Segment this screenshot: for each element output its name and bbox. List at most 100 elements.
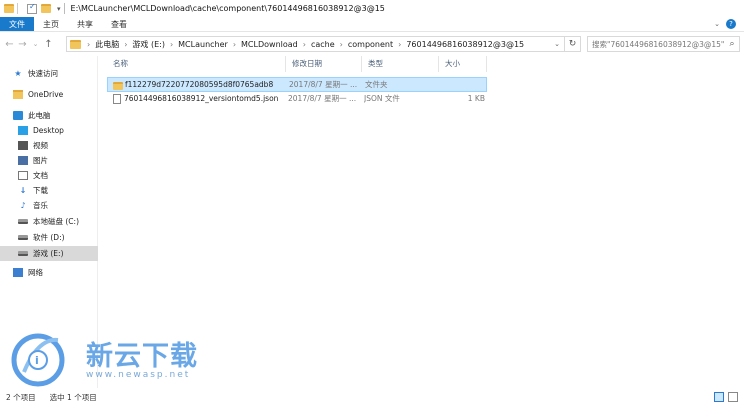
file-row[interactable]: 76014496816038912_versiontomd5.json 2017… bbox=[107, 92, 487, 107]
quick-access-dropdown-icon[interactable]: ▾ bbox=[57, 5, 61, 13]
chevron-right-icon[interactable]: › bbox=[303, 40, 306, 49]
nav-item-label: 文档 bbox=[33, 171, 48, 180]
breadcrumb-drive-e[interactable]: 游戏 (E:) bbox=[132, 39, 165, 50]
chevron-right-icon[interactable]: › bbox=[170, 40, 173, 49]
tab-view[interactable]: 查看 bbox=[102, 17, 136, 31]
nav-item-videos[interactable]: 视频 bbox=[0, 138, 98, 153]
nav-item-label: OneDrive bbox=[28, 90, 64, 99]
tab-share[interactable]: 共享 bbox=[68, 17, 102, 31]
address-bar[interactable]: › 此电脑 › 游戏 (E:) › MCLauncher › MCLDownlo… bbox=[66, 36, 581, 52]
expand-ribbon-icon[interactable]: ⌄ bbox=[714, 20, 720, 28]
nav-item-label: 软件 (D:) bbox=[33, 233, 65, 242]
navigation-bar: ← → ⌄ ↑ › 此电脑 › 游戏 (E:) › MCLauncher › M… bbox=[0, 33, 744, 55]
watermark-text: 新云下载 bbox=[86, 341, 198, 372]
watermark-logo-icon: i bbox=[11, 333, 65, 387]
file-name: f112279d7220772080595d8f0765adb8 bbox=[125, 80, 274, 89]
forward-arrow-icon[interactable]: → bbox=[16, 39, 29, 50]
search-box[interactable]: 搜索"76014496816038912@3@15" ⌕ bbox=[587, 36, 740, 52]
up-arrow-icon[interactable]: ↑ bbox=[42, 39, 55, 50]
selected-count: 选中 1 个项目 bbox=[49, 392, 97, 402]
breadcrumb-mcldownload[interactable]: MCLDownload bbox=[241, 40, 298, 49]
tab-home[interactable]: 主页 bbox=[34, 17, 68, 31]
drive-icon bbox=[18, 251, 28, 256]
chevron-right-icon[interactable]: › bbox=[233, 40, 236, 49]
nav-item-music[interactable]: ♪ 音乐 bbox=[0, 198, 98, 213]
star-icon: ★ bbox=[14, 69, 22, 78]
status-bar: 2 个项目 选中 1 个项目 bbox=[0, 389, 744, 405]
nav-item-label: 下载 bbox=[33, 186, 48, 195]
details-view-icon[interactable] bbox=[714, 392, 724, 402]
picture-icon bbox=[18, 156, 28, 165]
nav-item-label: 音乐 bbox=[33, 201, 48, 210]
nav-item-downloads[interactable]: ↓ 下载 bbox=[0, 183, 98, 198]
breadcrumb-current-folder[interactable]: 76014496816038912@3@15 bbox=[406, 40, 524, 49]
large-icons-view-icon[interactable] bbox=[728, 392, 738, 402]
nav-item-label: 本地磁盘 (C:) bbox=[33, 217, 79, 226]
tab-file[interactable]: 文件 bbox=[0, 17, 34, 31]
nav-item-label: 网络 bbox=[28, 268, 43, 277]
search-icon[interactable]: ⌕ bbox=[725, 39, 739, 49]
chevron-right-icon[interactable]: › bbox=[340, 40, 343, 49]
nav-item-network[interactable]: 网络 bbox=[0, 265, 98, 280]
column-header-size[interactable]: 大小 bbox=[439, 56, 487, 72]
nav-item-this-pc[interactable]: 此电脑 bbox=[0, 108, 98, 123]
properties-check-icon[interactable] bbox=[27, 2, 37, 14]
pc-icon bbox=[13, 111, 23, 120]
network-icon bbox=[13, 268, 23, 277]
file-type: 文件夹 bbox=[365, 80, 388, 89]
ribbon-controls: ⌄ ? bbox=[714, 17, 744, 31]
folder-icon bbox=[70, 39, 81, 49]
nav-item-label: 视频 bbox=[33, 141, 48, 150]
nav-item-documents[interactable]: 文档 bbox=[0, 168, 98, 183]
column-header-modified[interactable]: 修改日期 bbox=[286, 56, 362, 72]
column-header-row: 名称 修改日期 类型 大小 bbox=[99, 56, 744, 72]
title-separator bbox=[63, 3, 65, 14]
column-header-name[interactable]: 名称 bbox=[107, 56, 286, 72]
nav-item-pictures[interactable]: 图片 bbox=[0, 153, 98, 168]
nav-item-label: 游戏 (E:) bbox=[33, 249, 64, 258]
onedrive-icon bbox=[13, 90, 23, 99]
folder-icon bbox=[4, 4, 14, 13]
file-icon bbox=[113, 94, 121, 105]
search-input[interactable]: 搜索"76014496816038912@3@15" bbox=[588, 39, 725, 50]
file-name: 76014496816038912_versiontomd5.json bbox=[124, 94, 279, 103]
desktop-icon bbox=[18, 126, 28, 135]
chevron-right-icon[interactable]: › bbox=[398, 40, 401, 49]
nav-item-drive-e[interactable]: 游戏 (E:) bbox=[0, 246, 98, 261]
address-controls: ⌄ ↻ bbox=[550, 37, 580, 51]
folder-icon bbox=[113, 81, 123, 90]
chevron-right-icon[interactable]: › bbox=[87, 40, 90, 49]
recent-locations-icon[interactable]: ⌄ bbox=[29, 40, 42, 48]
address-dropdown-icon[interactable]: ⌄ bbox=[550, 40, 564, 48]
drive-icon bbox=[18, 235, 28, 240]
download-icon: ↓ bbox=[19, 186, 27, 195]
new-folder-icon[interactable] bbox=[41, 4, 51, 13]
nav-item-quick-access[interactable]: ★ 快速访问 bbox=[0, 66, 98, 81]
nav-item-drive-c[interactable]: 本地磁盘 (C:) bbox=[0, 214, 98, 229]
document-icon bbox=[18, 171, 28, 180]
item-count: 2 个项目 bbox=[6, 392, 36, 402]
file-type: JSON 文件 bbox=[364, 94, 400, 103]
svg-text:i: i bbox=[35, 354, 39, 367]
refresh-icon[interactable]: ↻ bbox=[564, 37, 580, 51]
nav-item-onedrive[interactable]: OneDrive bbox=[0, 87, 98, 102]
file-row[interactable]: f112279d7220772080595d8f0765adb8 2017/8/… bbox=[107, 77, 487, 92]
window-title: E:\MCLauncher\MCLDownload\cache\componen… bbox=[70, 4, 385, 13]
quick-access-separator bbox=[17, 3, 18, 14]
watermark-url: www.newasp.net bbox=[86, 370, 191, 380]
title-bar: ▾ E:\MCLauncher\MCLDownload\cache\compon… bbox=[0, 0, 744, 17]
nav-item-label: 快速访问 bbox=[28, 69, 58, 78]
nav-item-drive-d[interactable]: 软件 (D:) bbox=[0, 230, 98, 245]
breadcrumb-mclauncher[interactable]: MCLauncher bbox=[178, 40, 228, 49]
file-size: 1 KB bbox=[467, 94, 485, 103]
breadcrumb-pc[interactable]: 此电脑 bbox=[95, 39, 119, 50]
help-icon[interactable]: ? bbox=[726, 19, 736, 29]
chevron-right-icon[interactable]: › bbox=[124, 40, 127, 49]
column-header-type[interactable]: 类型 bbox=[362, 56, 439, 72]
nav-item-desktop[interactable]: Desktop bbox=[0, 123, 98, 138]
file-modified: 2017/8/7 星期一 ... bbox=[289, 80, 358, 89]
breadcrumb-component[interactable]: component bbox=[348, 40, 393, 49]
ribbon-tabs: 文件 主页 共享 查看 ⌄ ? bbox=[0, 17, 744, 32]
breadcrumb-cache[interactable]: cache bbox=[311, 40, 335, 49]
back-arrow-icon[interactable]: ← bbox=[3, 39, 16, 50]
